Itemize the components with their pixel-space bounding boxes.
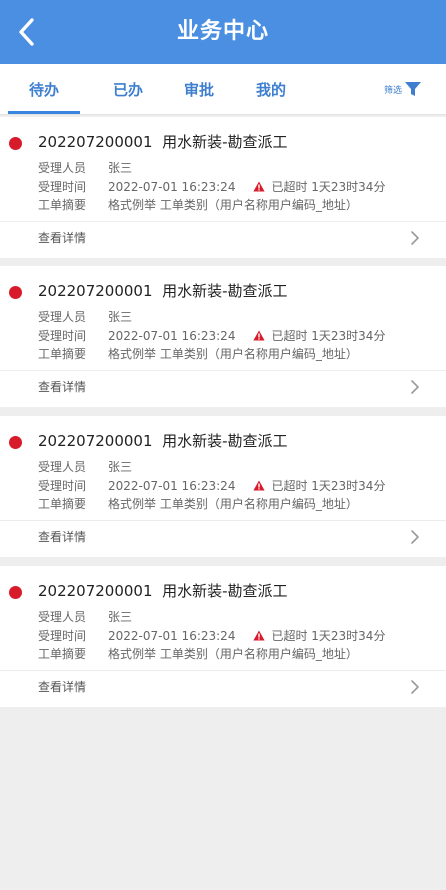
overdue-status: 已超时 1天23时34分	[271, 629, 386, 643]
work-order-card[interactable]: 202207200001 用水新装-勘查派工 受理人员 张三 受理时间 2022-0…	[0, 566, 446, 707]
work-order-card[interactable]: 202207200001 用水新装-勘查派工 受理人员 张三 受理时间 2022-0…	[0, 416, 446, 557]
time-label: 受理时间	[38, 629, 87, 643]
time-row: 受理时间 2022-07-01 16:23:24 已超时 1天23时34分	[38, 627, 385, 645]
work-order-card[interactable]: 202207200001 用水新装-勘查派工 受理人员 张三 受理时间 2022-0…	[0, 266, 446, 407]
view-details-link[interactable]: 查看详情	[38, 229, 86, 246]
time-label: 受理时间	[38, 180, 87, 194]
filter-label: 筛选	[383, 85, 402, 96]
time-value: 2022-07-01 16:23:24	[108, 180, 236, 194]
warning-icon	[253, 630, 266, 641]
handler-value: 张三	[108, 310, 133, 324]
summary-row: 工单摘要 格式例举 工单类别（用户名称用户编码_地址）	[38, 495, 358, 513]
card-title: 202207200001 用水新装-勘查派工	[38, 280, 288, 301]
status-dot	[9, 586, 22, 599]
handler-label: 受理人员	[38, 310, 87, 324]
tab-mine[interactable]: 我的	[243, 64, 299, 114]
summary-label: 工单摘要	[38, 647, 87, 661]
time-row: 受理时间 2022-07-01 16:23:24 已超时 1天23时34分	[38, 178, 385, 196]
summary-value: 格式例举 工单类别（用户名称用户编码_地址）	[108, 198, 358, 212]
time-value: 2022-07-01 16:23:24	[108, 479, 236, 493]
divider	[0, 221, 446, 222]
order-number: 202207200001	[38, 282, 153, 300]
summary-value: 格式例举 工单类别（用户名称用户编码_地址）	[108, 647, 358, 661]
summary-label: 工单摘要	[38, 198, 87, 212]
order-number: 202207200001	[38, 582, 153, 600]
tab-approval[interactable]: 审批	[171, 64, 227, 114]
handler-label: 受理人员	[38, 610, 87, 624]
summary-label: 工单摘要	[38, 497, 87, 511]
filter-icon	[405, 82, 421, 96]
warning-icon	[253, 181, 266, 192]
card-title: 202207200001 用水新装-勘查派工	[38, 580, 288, 601]
handler-value: 张三	[108, 161, 133, 175]
time-value: 2022-07-01 16:23:24	[108, 629, 236, 643]
overdue-status: 已超时 1天23时34分	[271, 180, 386, 194]
summary-row: 工单摘要 格式例举 工单类别（用户名称用户编码_地址）	[38, 345, 358, 363]
app-header: 业务中心	[0, 0, 446, 64]
time-label: 受理时间	[38, 479, 87, 493]
time-label: 受理时间	[38, 329, 87, 343]
view-details-link[interactable]: 查看详情	[38, 678, 86, 695]
handler-value: 张三	[108, 610, 133, 624]
divider	[0, 370, 446, 371]
view-details-link[interactable]: 查看详情	[38, 528, 86, 545]
work-order-card[interactable]: 202207200001 用水新装-勘查派工 受理人员 张三 受理时间 2022-0…	[0, 117, 446, 258]
summary-value: 格式例举 工单类别（用户名称用户编码_地址）	[108, 497, 358, 511]
order-type: 用水新装-勘查派工	[162, 282, 288, 300]
tab-pending[interactable]: 待办	[8, 64, 80, 114]
handler-row: 受理人员 张三	[38, 159, 132, 177]
order-number: 202207200001	[38, 133, 153, 151]
order-number: 202207200001	[38, 432, 153, 450]
handler-row: 受理人员 张三	[38, 308, 132, 326]
warning-icon	[253, 480, 266, 491]
time-value: 2022-07-01 16:23:24	[108, 329, 236, 343]
overdue-status: 已超时 1天23时34分	[271, 479, 386, 493]
status-dot	[9, 286, 22, 299]
order-type: 用水新装-勘查派工	[162, 432, 288, 450]
divider	[0, 520, 446, 521]
card-title: 202207200001 用水新装-勘查派工	[38, 430, 288, 451]
time-row: 受理时间 2022-07-01 16:23:24 已超时 1天23时34分	[38, 477, 385, 495]
status-dot	[9, 137, 22, 150]
order-type: 用水新装-勘查派工	[162, 582, 288, 600]
handler-row: 受理人员 张三	[38, 458, 132, 476]
summary-label: 工单摘要	[38, 347, 87, 361]
handler-label: 受理人员	[38, 460, 87, 474]
warning-icon	[253, 330, 266, 341]
overdue-status: 已超时 1天23时34分	[271, 329, 386, 343]
page-title: 业务中心	[176, 19, 269, 44]
summary-value: 格式例举 工单类别（用户名称用户编码_地址）	[108, 347, 358, 361]
tab-bar: 待办 已办 审批 我的 筛选	[0, 64, 446, 115]
chevron-right-icon[interactable]	[410, 529, 420, 545]
card-title: 202207200001 用水新装-勘查派工	[38, 131, 288, 152]
tab-done[interactable]: 已办	[100, 64, 156, 114]
summary-row: 工单摘要 格式例举 工单类别（用户名称用户编码_地址）	[38, 196, 358, 214]
chevron-right-icon[interactable]	[410, 230, 420, 246]
chevron-right-icon[interactable]	[410, 679, 420, 695]
handler-row: 受理人员 张三	[38, 608, 132, 626]
time-row: 受理时间 2022-07-01 16:23:24 已超时 1天23时34分	[38, 327, 385, 345]
filter-button[interactable]: 筛选	[384, 79, 422, 99]
summary-row: 工单摘要 格式例举 工单类别（用户名称用户编码_地址）	[38, 645, 358, 663]
view-details-link[interactable]: 查看详情	[38, 378, 86, 395]
status-dot	[9, 436, 22, 449]
order-type: 用水新装-勘查派工	[162, 133, 288, 151]
handler-label: 受理人员	[38, 161, 87, 175]
chevron-right-icon[interactable]	[410, 379, 420, 395]
divider	[0, 670, 446, 671]
handler-value: 张三	[108, 460, 133, 474]
